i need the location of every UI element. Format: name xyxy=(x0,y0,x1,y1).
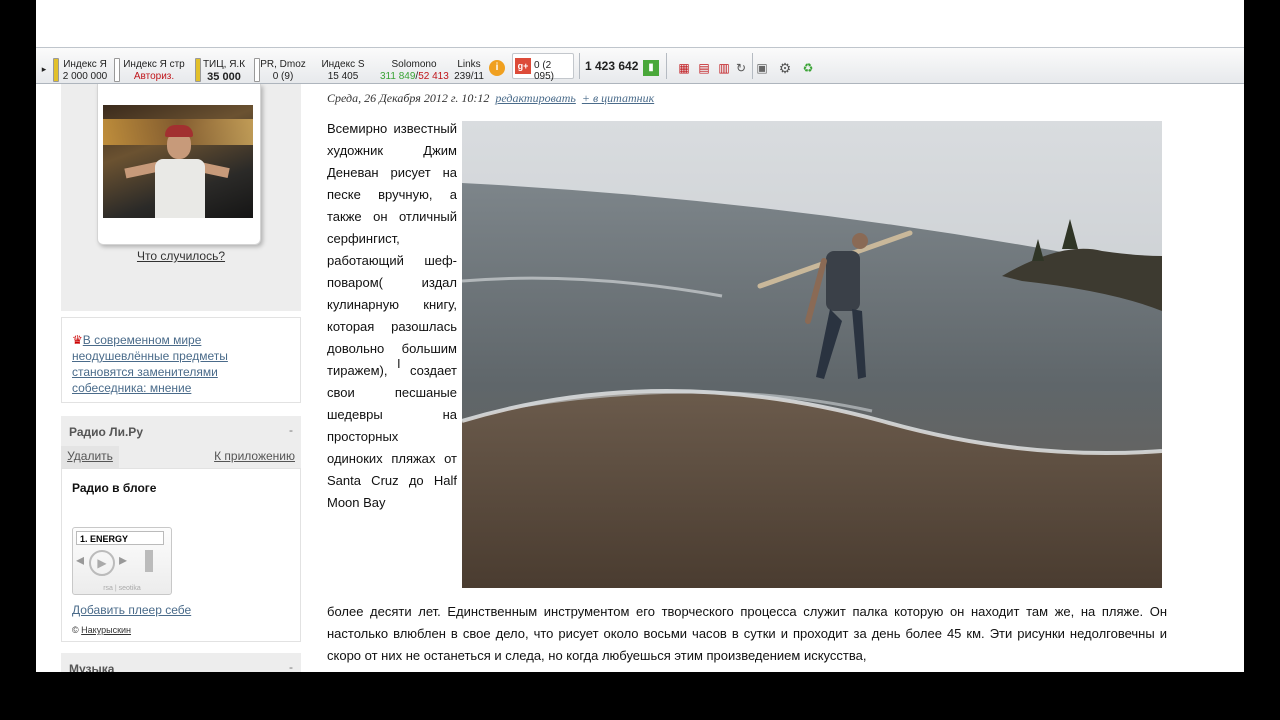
pr-label: PR, Dmoz xyxy=(260,59,306,70)
radio-station[interactable]: 1. ENERGY xyxy=(76,531,164,545)
player-footer: rsa | seotika xyxy=(103,585,141,592)
forward-icon[interactable]: ▸ xyxy=(119,550,127,570)
mouse-cursor-icon: I xyxy=(397,356,401,371)
radio-delete-link[interactable]: Удалить xyxy=(61,446,119,468)
links-label: Links xyxy=(457,59,481,70)
music-header: Музыка xyxy=(69,662,115,672)
links-value: 239/11 xyxy=(454,71,484,82)
radio-player: 1. ENERGY ◂ ▶ ▸ rsa | seotika xyxy=(72,527,172,595)
article-photo[interactable] xyxy=(462,121,1162,588)
google-plus-button[interactable]: g+ 0 (2 095) xyxy=(512,53,574,82)
news-box: ♛В современном мире неодушевлённые предм… xyxy=(61,317,301,403)
quote-link[interactable]: + в цитатник xyxy=(582,91,654,105)
toolbar-separator xyxy=(666,53,667,79)
play-button[interactable]: ▶ xyxy=(89,550,115,576)
radio-title: Радио в блоге xyxy=(72,481,157,495)
copyright-symbol: © xyxy=(72,625,79,635)
avatar-box: Что случилось? xyxy=(61,84,301,311)
post-content: Среда, 26 Декабря 2012 г. 10:12 редактиро… xyxy=(327,84,1167,672)
yandex-index-value: 2 000 000 xyxy=(62,71,108,82)
seo-toolbar: ▸ Индекс Я 2 000 000 Индекс Я стр Автори… xyxy=(36,47,1244,84)
yandex-pages-bar xyxy=(114,58,120,82)
copyright-author-link[interactable]: Накурыскин xyxy=(81,625,131,635)
rewind-icon[interactable]: ◂ xyxy=(76,550,84,570)
avatar-frame xyxy=(97,84,261,245)
toolbar-separator xyxy=(752,53,753,79)
index-s-cell[interactable]: Индекс S 15 405 xyxy=(318,48,368,84)
tic-cell[interactable]: ТИЦ, Я.К 35 000 xyxy=(202,48,246,84)
links-cell[interactable]: Links 239/11 xyxy=(452,48,486,84)
counter-cell[interactable]: 1 423 642 xyxy=(585,48,641,84)
list-tool-icon[interactable]: ▥ xyxy=(716,60,732,76)
crown-icon: ♛ xyxy=(72,333,83,347)
edit-link[interactable]: редактировать xyxy=(495,91,575,105)
info-icon[interactable]: i xyxy=(489,60,505,76)
browser-top-area xyxy=(36,0,1244,47)
tic-bar xyxy=(195,58,201,82)
radio-widget: Радио Ли.Ру - Удалить К приложению Радио… xyxy=(61,416,301,642)
avatar[interactable] xyxy=(103,105,253,218)
tic-value: 35 000 xyxy=(207,71,241,83)
music-widget: Музыка - xyxy=(61,653,301,672)
article-text-column: Всемирно известный художник Джим Деневан… xyxy=(327,118,457,514)
radio-tabs: Удалить К приложению xyxy=(61,446,301,468)
radio-collapse-button[interactable]: - xyxy=(289,423,293,437)
yandex-pages-value: Авториз. xyxy=(133,71,175,82)
add-player-link[interactable]: Добавить плеер себе xyxy=(72,603,191,617)
pr-value: 0 (9) xyxy=(272,71,294,82)
index-s-label: Индекс S xyxy=(321,59,365,70)
music-collapse-button[interactable]: - xyxy=(289,660,293,672)
sidebar: Что случилось? ♛В современном мире неоду… xyxy=(61,84,301,672)
radio-header: Радио Ли.Ру xyxy=(69,425,143,439)
google-plus-count: 0 (2 095) xyxy=(534,60,555,82)
post-date: Среда, 26 Декабря 2012 г. 10:12 xyxy=(327,91,490,105)
radio-app-link[interactable]: К приложению xyxy=(214,446,295,466)
beach-photo-image xyxy=(462,121,1162,588)
yandex-pages-label: Индекс Я стр xyxy=(123,59,185,70)
radio-copyright: © Накурыскин xyxy=(72,625,131,635)
solomono-value-a: 311 849 xyxy=(380,71,416,82)
solomono-value-b: 52 413 xyxy=(418,71,449,82)
solomono-label: Solomono xyxy=(391,59,437,70)
post-meta: Среда, 26 Декабря 2012 г. 10:12 редактиро… xyxy=(327,91,654,106)
filter-tool-icon[interactable]: ▤ xyxy=(696,60,712,76)
yandex-index-cell[interactable]: Индекс Я 2 000 000 xyxy=(60,48,110,84)
yandex-index-bar xyxy=(53,58,59,82)
pr-cell[interactable]: PR, Dmoz 0 (9) xyxy=(260,48,306,84)
blog-page: Что случилось? ♛В современном мире неоду… xyxy=(36,84,1244,672)
toolbar-arrow-icon[interactable]: ▸ xyxy=(36,61,52,77)
gear-icon[interactable]: ⚙ xyxy=(777,60,793,76)
yandex-index-label: Индекс Я xyxy=(63,59,107,70)
recycle-icon[interactable]: ♻ xyxy=(800,60,816,76)
stats-chart-icon[interactable]: ▮ xyxy=(643,60,659,76)
grid-tool-icon[interactable]: ▦ xyxy=(676,60,692,76)
index-s-value: 15 405 xyxy=(327,71,359,82)
radio-content: Радио в блоге 1. ENERGY ◂ ▶ ▸ rsa | seot… xyxy=(61,468,301,642)
volume-slider[interactable] xyxy=(145,550,153,572)
status-link[interactable]: Что случилось? xyxy=(61,249,301,263)
yandex-pages-cell[interactable]: Индекс Я стр Авториз. xyxy=(121,48,187,84)
article-text-intro: Всемирно известный художник Джим Деневан… xyxy=(327,121,457,510)
toolbar-separator xyxy=(579,53,580,79)
article-text-body: более десяти лет. Единственным инструмен… xyxy=(327,604,1167,663)
solomono-cell[interactable]: Solomono 311 849/52 413 xyxy=(380,48,449,84)
window-icon[interactable]: ▣ xyxy=(754,60,770,76)
tic-label: ТИЦ, Я.К xyxy=(202,59,246,70)
refresh-icon[interactable]: ↻ xyxy=(733,60,749,76)
counter-value: 1 423 642 xyxy=(585,59,639,73)
google-plus-icon: g+ xyxy=(515,58,531,74)
news-link[interactable]: В современном мире неодушевлённые предме… xyxy=(72,333,228,395)
